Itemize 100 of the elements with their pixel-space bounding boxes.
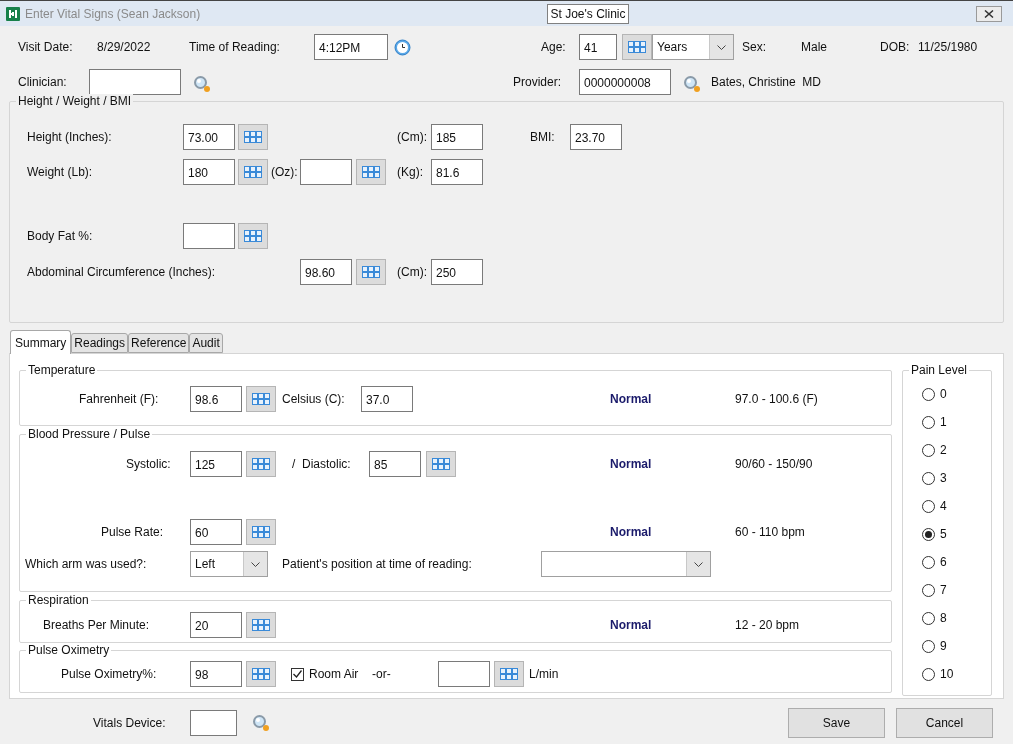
tab[interactable]: Reference (128, 333, 190, 353)
field-label: Weight (Lb): (27, 165, 94, 179)
group-title: Pain Level (909, 363, 970, 377)
field-label: Celsius (C): (282, 392, 346, 406)
group-title: Respiration (26, 593, 91, 607)
radio-button[interactable] (922, 499, 935, 513)
keypad-button[interactable] (356, 259, 386, 285)
field-label: Pulse Rate: (101, 525, 165, 539)
field-label: Patient's position at time of reading: (282, 557, 473, 571)
field-label: Vitals Device: (93, 716, 167, 730)
clock-icon[interactable] (394, 38, 411, 56)
search-icon[interactable] (193, 75, 211, 93)
text-field[interactable]: 41 (579, 34, 617, 60)
dialog-button[interactable]: Cancel (896, 708, 993, 738)
grid-icon (244, 166, 262, 178)
text-field[interactable]: 73.00 (183, 124, 235, 150)
radio-label: 1 (940, 414, 947, 431)
text-field[interactable]: 37.0 (361, 386, 413, 412)
radio-button[interactable] (922, 667, 935, 681)
text-field[interactable]: 20 (190, 612, 242, 638)
text-field[interactable]: 250 (431, 259, 483, 285)
group-title: Temperature (26, 363, 98, 377)
field-label: Systolic: (126, 457, 172, 471)
text-field[interactable] (190, 710, 237, 736)
keypad-button[interactable] (238, 223, 268, 249)
app-logo-icon (6, 6, 20, 21)
text-field[interactable]: 81.6 (431, 159, 483, 185)
text-field[interactable] (183, 223, 235, 249)
close-button[interactable] (976, 5, 1002, 22)
radio-label: 8 (940, 610, 947, 627)
grid-icon (432, 458, 450, 470)
radio-label: 0 (940, 386, 947, 403)
text-field[interactable] (89, 69, 181, 95)
range-text: 60 - 110 bpm (735, 525, 805, 539)
group-title: Blood Pressure / Pulse (26, 427, 153, 441)
field-label: Which arm was used?: (25, 557, 148, 571)
text-field[interactable]: 98.6 (190, 386, 242, 412)
radio-button[interactable] (922, 471, 935, 485)
keypad-button[interactable] (622, 34, 652, 60)
radio-button[interactable] (922, 583, 935, 597)
checkbox[interactable] (291, 667, 304, 681)
range-text: 12 - 20 bpm (735, 618, 800, 632)
radio-button[interactable] (922, 387, 935, 401)
text-field[interactable] (300, 159, 352, 185)
radio-button[interactable] (922, 611, 935, 625)
keypad-button[interactable] (238, 159, 268, 185)
grid-icon (362, 166, 380, 178)
dropdown[interactable] (541, 551, 711, 577)
grid-icon (628, 41, 646, 53)
text-field[interactable] (438, 661, 490, 687)
dropdown[interactable]: Left (190, 551, 268, 577)
search-icon[interactable] (683, 75, 701, 93)
text-field[interactable]: 0000000008 (579, 69, 671, 95)
dropdown[interactable]: Years (652, 34, 734, 60)
text-field[interactable]: 23.70 (570, 124, 622, 150)
radio-label: 7 (940, 582, 947, 599)
keypad-button[interactable] (356, 159, 386, 185)
field-value: 11/25/1980 (918, 40, 978, 54)
radio-label: 9 (940, 638, 947, 655)
keypad-button[interactable] (494, 661, 524, 687)
keypad-button[interactable] (246, 451, 276, 477)
status-text: Normal (610, 525, 653, 539)
status-text: Normal (610, 392, 653, 406)
separator-text: -or- (372, 667, 392, 681)
chevron-icon (694, 561, 703, 567)
text-field[interactable]: 180 (183, 159, 235, 185)
radio-button[interactable] (922, 639, 935, 653)
grid-icon (252, 619, 270, 631)
field-value: 8/29/2022 (97, 40, 152, 54)
radio-button[interactable] (922, 555, 935, 569)
tab[interactable]: Summary (10, 330, 72, 354)
text-field[interactable]: 98.60 (300, 259, 352, 285)
search-icon[interactable] (252, 714, 270, 732)
keypad-button[interactable] (246, 612, 276, 638)
text-field[interactable]: 4:12PM (314, 34, 388, 60)
field-value: Bates, Christine MD (711, 75, 822, 89)
keypad-button[interactable] (246, 661, 276, 687)
tab[interactable]: Readings (71, 333, 129, 353)
dialog-button[interactable]: Save (788, 708, 885, 738)
text-field[interactable]: 85 (369, 451, 421, 477)
radio-button[interactable] (922, 527, 935, 541)
text-field[interactable]: 125 (190, 451, 242, 477)
radio-button[interactable] (922, 443, 935, 457)
text-field[interactable]: 185 (431, 124, 483, 150)
tab[interactable]: Audit (189, 333, 223, 353)
text-field[interactable]: 98 (190, 661, 242, 687)
field-label: BMI: (530, 130, 556, 144)
text-field[interactable]: 60 (190, 519, 242, 545)
keypad-button[interactable] (246, 519, 276, 545)
close-icon (984, 9, 994, 18)
keypad-button[interactable] (426, 451, 456, 477)
radio-button[interactable] (922, 415, 935, 429)
grid-icon (252, 526, 270, 538)
keypad-button[interactable] (238, 124, 268, 150)
radio-label: 2 (940, 442, 947, 459)
radio-label: 6 (940, 554, 947, 571)
field-label: Pulse Oximetry%: (61, 667, 158, 681)
grid-icon (252, 668, 270, 680)
keypad-button[interactable] (246, 386, 276, 412)
field-label: (Cm): (397, 130, 428, 144)
